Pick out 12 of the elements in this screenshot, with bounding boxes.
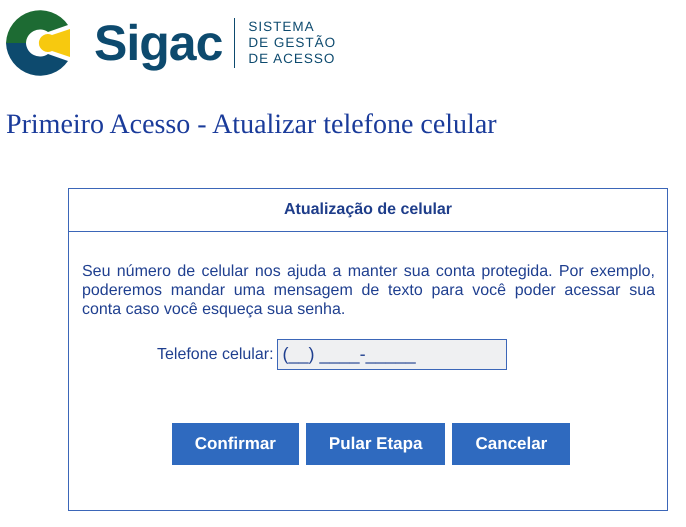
action-button[interactable]: Confirmar — [172, 423, 299, 465]
logo-tagline: DE ACESSO — [248, 51, 336, 67]
logo-wordmark: Sigac — [94, 14, 222, 72]
phone-field[interactable]: (__) ____-_____ — [276, 339, 507, 370]
logo-tagline: SISTEMA — [248, 19, 316, 35]
logo-tagline: DE GESTÃO — [248, 35, 336, 51]
page-title: Primeiro Acesso - Atualizar telefone celular — [6, 109, 498, 141]
field-label: Telefone celular: — [157, 346, 274, 364]
action-button[interactable]: Cancelar — [452, 423, 570, 465]
action-button[interactable]: Pular Etapa — [306, 423, 446, 465]
description: Seu número de celular nos ajuda a manter sua conta protegida. Por exemplo, poderemos mandar uma mensagem de texto para você poder acessar sua conta caso você esqueça sua senha. — [82, 262, 655, 319]
card-title: Atualização de celular — [69, 189, 667, 232]
